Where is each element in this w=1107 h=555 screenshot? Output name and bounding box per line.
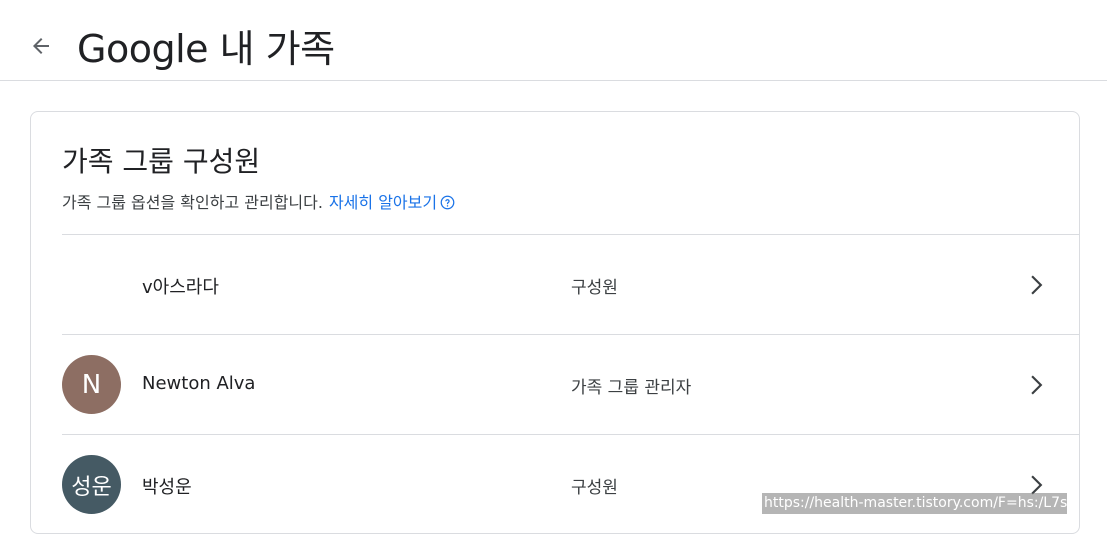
avatar: 성운 bbox=[62, 455, 121, 514]
member-row[interactable]: v아스라다 구성원 bbox=[62, 234, 1079, 334]
url-watermark: https://health-master.tistory.com/F=hs:/… bbox=[762, 493, 1067, 514]
member-role: 구성원 bbox=[571, 478, 618, 498]
help-circle-icon[interactable] bbox=[440, 195, 455, 210]
back-button[interactable] bbox=[24, 29, 58, 63]
member-name: Newton Alva bbox=[142, 373, 256, 394]
card-subtitle-text: 가족 그룹 옵션을 확인하고 관리합니다. bbox=[62, 193, 323, 212]
member-row[interactable]: 성운 박성운 구성원 bbox=[62, 434, 1079, 533]
page-title: Google 내 가족 bbox=[77, 27, 335, 71]
top-app-bar: Google 내 가족 bbox=[0, 0, 1107, 81]
member-role: 가족 그룹 관리자 bbox=[571, 378, 692, 398]
avatar-initial: 성운 bbox=[71, 474, 112, 500]
arrow-back-icon bbox=[33, 38, 49, 54]
chevron-right-icon bbox=[1022, 372, 1048, 398]
family-members-card: 가족 그룹 구성원 가족 그룹 옵션을 확인하고 관리합니다. 자세히 알아보기… bbox=[30, 111, 1080, 534]
member-name: v아스라다 bbox=[142, 277, 219, 298]
chevron-right-icon bbox=[1022, 272, 1048, 298]
learn-more-link[interactable]: 자세히 알아보기 bbox=[329, 189, 437, 213]
member-name: 박성운 bbox=[142, 477, 192, 498]
card-subtitle: 가족 그룹 옵션을 확인하고 관리합니다. 자세히 알아보기 bbox=[62, 189, 455, 213]
member-list: v아스라다 구성원 N Newton Alva 가족 그룹 관리자 성운 박성운… bbox=[62, 234, 1079, 533]
avatar-initial: N bbox=[81, 369, 102, 400]
card-title: 가족 그룹 구성원 bbox=[62, 145, 261, 178]
member-row[interactable]: N Newton Alva 가족 그룹 관리자 bbox=[62, 334, 1079, 434]
avatar: N bbox=[62, 355, 121, 414]
member-role: 구성원 bbox=[571, 278, 618, 298]
